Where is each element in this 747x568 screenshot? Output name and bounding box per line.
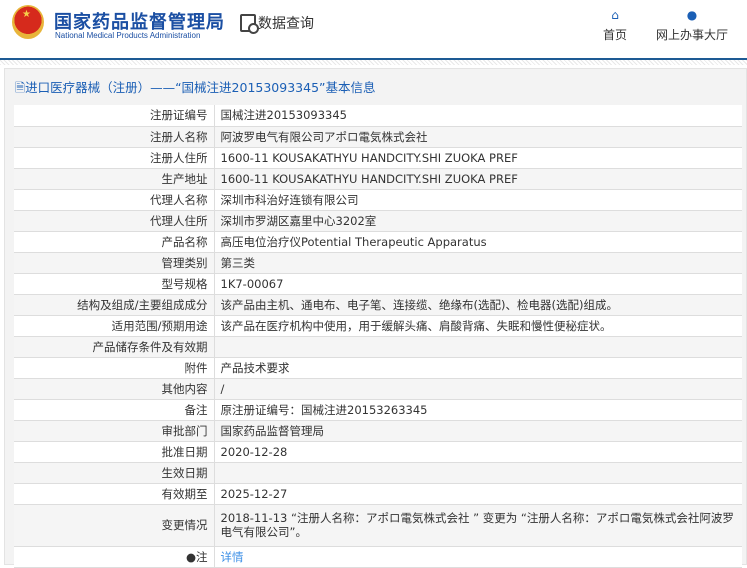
table-row: 审批部门 国家药品监督管理局 <box>14 420 742 442</box>
table-row: 型号规格 1K7-00067 <box>14 273 742 295</box>
row-label: 附件 <box>14 357 215 379</box>
table-row: 备注 原注册证编号：国械注进20153263345 <box>14 399 742 421</box>
note-value: 详情 <box>214 546 742 568</box>
row-value: 1600-11 KOUSAKATHYU HANDCITY.SHI ZUOKA P… <box>214 168 742 190</box>
row-label: 适用范围/预期用途 <box>14 315 215 337</box>
data-query-link[interactable]: 数据查询 <box>240 13 314 34</box>
document-search-icon <box>240 14 259 34</box>
table-row: 附件 产品技术要求 <box>14 357 742 379</box>
row-label: 生效日期 <box>14 462 215 484</box>
nav-online-hall-label: 网上办事大厅 <box>656 28 729 42</box>
nav-online-hall[interactable]: ● 网上办事大厅 <box>656 9 728 43</box>
row-label: 型号规格 <box>14 273 215 295</box>
lightbulb-icon: ● <box>185 549 196 564</box>
row-label: 结构及组成/主要组成成分 <box>14 294 215 316</box>
table-row: 注册证编号 国械注进20153093345 <box>14 105 742 127</box>
table-row: 产品储存条件及有效期 <box>14 336 742 358</box>
row-value <box>214 336 742 358</box>
table-row: 产品名称 高压电位治疗仪Potential Therapeutic Apparat… <box>14 231 742 253</box>
table-row: 代理人名称 深圳市科治好连锁有限公司 <box>14 189 742 211</box>
row-label: 备注 <box>14 399 215 421</box>
details-link[interactable]: 详情 <box>221 550 244 564</box>
row-value: 原注册证编号：国械注进20153263345 <box>214 399 742 421</box>
row-value: 2020-12-28 <box>214 441 742 463</box>
row-value: 国家药品监督管理局 <box>214 420 742 442</box>
row-label: 注册人名称 <box>14 126 215 148</box>
row-label: 管理类别 <box>14 252 215 274</box>
table-row: 有效期至 2025-12-27 <box>14 483 742 505</box>
row-value: 2025-12-27 <box>214 483 742 505</box>
row-label: 注册人住所 <box>14 147 215 169</box>
row-label: 其他内容 <box>14 378 215 400</box>
row-label: 审批部门 <box>14 420 215 442</box>
row-value: 产品技术要求 <box>214 357 742 379</box>
table-row: 生效日期 <box>14 462 742 484</box>
brand-name-en[interactable]: National Medical Products Administration <box>55 31 200 40</box>
row-value: 国械注进20153093345 <box>214 105 742 127</box>
row-value: 阿波罗电气有限公司アポロ電気株式会社 <box>214 126 742 148</box>
national-emblem-logo <box>12 5 44 39</box>
row-value: 第三类 <box>214 252 742 274</box>
table-row: 代理人住所 深圳市罗湖区嘉里中心3202室 <box>14 210 742 232</box>
panel-title: 🗎进口医疗器械（注册）——“国械注进20153093345”基本信息 <box>15 77 376 100</box>
row-label: 产品储存条件及有效期 <box>14 336 215 358</box>
row-label: 代理人名称 <box>14 189 215 211</box>
row-value: 2018-11-13 “注册人名称：アポロ電気株式会社 ” 变更为 “注册人名称… <box>214 504 742 547</box>
row-label: 代理人住所 <box>14 210 215 232</box>
row-label: 批准日期 <box>14 441 215 463</box>
row-label: 变更情况 <box>14 504 215 547</box>
row-value <box>214 462 742 484</box>
row-value: 该产品由主机、通电布、电子笔、连接缆、绝缘布(选配)、检电器(选配)组成。 <box>214 294 742 316</box>
home-icon: ⌂ <box>611 8 619 22</box>
user-icon: ● <box>686 8 698 22</box>
site-header: 国家药品监督管理局 National Medical Products Admi… <box>0 0 747 58</box>
panel-title-text: 进口医疗器械（注册）——“国械注进20153093345”基本信息 <box>25 80 376 95</box>
row-label: 有效期至 <box>14 483 215 505</box>
row-label: 产品名称 <box>14 231 215 253</box>
table-row: 其他内容 / <box>14 378 742 400</box>
table-row: 适用范围/预期用途 该产品在医疗机构中使用，用于缓解头痛、肩酸背痛、失眠和慢性便秘… <box>14 315 742 337</box>
table-row: 注册人名称 阿波罗电气有限公司アポロ電気株式会社 <box>14 126 742 148</box>
info-panel: 🗎进口医疗器械（注册）——“国械注进20153093345”基本信息 注册证编号… <box>4 68 747 568</box>
table-row: 变更情况 2018-11-13 “注册人名称：アポロ電気株式会社 ” 变更为 “注… <box>14 504 742 547</box>
nav-home[interactable]: ⌂ 首页 <box>603 9 627 43</box>
table-row: 管理类别 第三类 <box>14 252 742 274</box>
table-row-note: ●注 详情 <box>14 546 742 568</box>
row-value: 深圳市罗湖区嘉里中心3202室 <box>214 210 742 232</box>
row-value: 高压电位治疗仪Potential Therapeutic Apparatus <box>214 231 742 253</box>
table-row: 批准日期 2020-12-28 <box>14 441 742 463</box>
row-value: / <box>214 378 742 400</box>
note-label-cell: ●注 <box>14 546 215 568</box>
table-row: 生产地址 1600-11 KOUSAKATHYU HANDCITY.SHI ZUO… <box>14 168 742 190</box>
row-label: 生产地址 <box>14 168 215 190</box>
hatch-divider <box>0 60 747 65</box>
table-row: 结构及组成/主要组成成分 该产品由主机、通电布、电子笔、连接缆、绝缘布(选配)、检… <box>14 294 742 316</box>
row-value: 深圳市科治好连锁有限公司 <box>214 189 742 211</box>
row-label: 注册证编号 <box>14 105 215 127</box>
data-query-label: 数据查询 <box>258 16 314 32</box>
row-value: 该产品在医疗机构中使用，用于缓解头痛、肩酸背痛、失眠和慢性便秘症状。 <box>214 315 742 337</box>
note-label: 注 <box>196 549 208 564</box>
row-value: 1K7-00067 <box>214 273 742 295</box>
info-table: 注册证编号 国械注进20153093345 注册人名称 阿波罗电气有限公司アポロ電気株… <box>14 105 742 568</box>
document-icon: 🗎 <box>15 80 26 95</box>
nav-home-label: 首页 <box>603 28 628 42</box>
table-row: 注册人住所 1600-11 KOUSAKATHYU HANDCITY.SHI ZU… <box>14 147 742 169</box>
row-value: 1600-11 KOUSAKATHYU HANDCITY.SHI ZUOKA P… <box>214 147 742 169</box>
